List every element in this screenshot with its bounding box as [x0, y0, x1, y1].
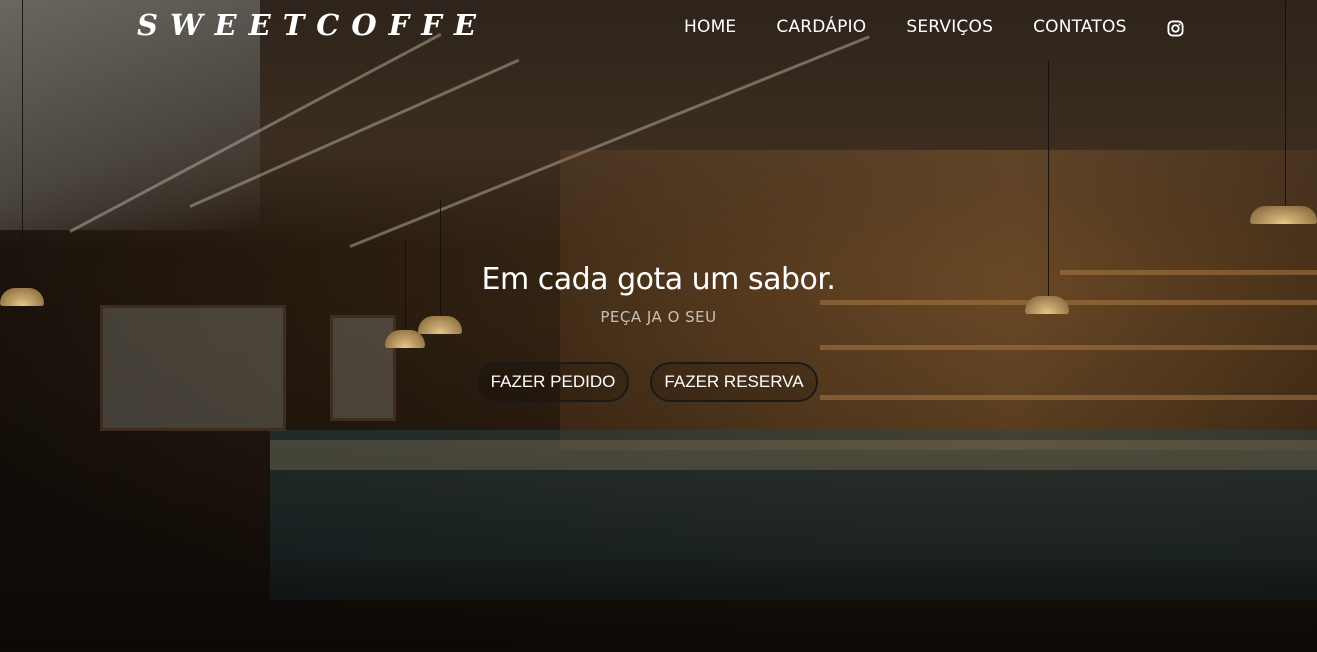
brand-logo[interactable]: SWEETCOFFE	[137, 8, 488, 42]
nav-servicos[interactable]: SERVIÇOS	[906, 17, 993, 37]
order-button[interactable]: FAZER PEDIDO	[477, 362, 629, 402]
instagram-icon[interactable]	[1167, 20, 1184, 37]
top-navbar: SWEETCOFFE HOME CARDÁPIO SERVIÇOS CONTAT…	[0, 0, 1317, 56]
nav-contatos[interactable]: CONTATOS	[1033, 17, 1127, 37]
nav-cardapio[interactable]: CARDÁPIO	[776, 17, 866, 37]
hero-subheadline: PEÇA JA O SEU	[600, 308, 717, 326]
reservation-button[interactable]: FAZER RESERVA	[650, 362, 818, 402]
hero-headline: Em cada gota um sabor.	[481, 262, 836, 297]
nav-home[interactable]: HOME	[684, 17, 736, 37]
main-nav: HOME CARDÁPIO SERVIÇOS CONTATOS	[684, 17, 1184, 37]
hero-section: SWEETCOFFE HOME CARDÁPIO SERVIÇOS CONTAT…	[0, 0, 1317, 650]
